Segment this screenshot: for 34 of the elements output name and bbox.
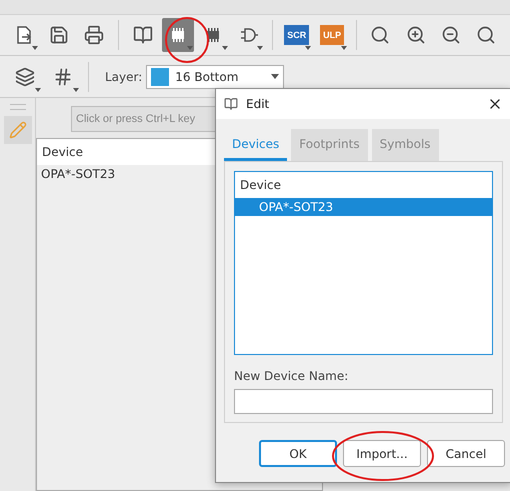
dialog-button[interactable]: Import... [343, 440, 421, 467]
layer-dropdown[interactable]: 16 Bottom [146, 64, 284, 88]
pencil-icon [8, 121, 26, 139]
print-icon [84, 25, 104, 45]
field-label: New Device Name: [234, 368, 350, 383]
dialog-button[interactable]: Cancel [427, 440, 505, 467]
grid-icon [53, 66, 73, 86]
zoom-icon [476, 25, 496, 45]
zoom-in-icon [406, 25, 426, 45]
dialog-button[interactable]: OK [259, 440, 337, 467]
book-icon [132, 25, 153, 45]
caret-icon [257, 46, 264, 50]
device-name-field[interactable] [234, 388, 493, 414]
layers-icon [15, 66, 35, 86]
caret-icon [73, 88, 79, 92]
caret-icon [186, 46, 193, 50]
annotation-circle [164, 16, 210, 64]
script-badge: ULP [320, 25, 344, 45]
script-badge: SCR [284, 25, 310, 45]
device-row[interactable]: OPA*-SOT23 [235, 198, 492, 216]
toolbar-button[interactable]: SCR [281, 18, 312, 52]
caret-icon [305, 46, 312, 50]
save-icon [48, 25, 69, 45]
dialog-title: Edit [246, 97, 270, 111]
caret-icon [32, 46, 38, 50]
caret-icon [222, 46, 228, 50]
zoom-fit-icon [370, 25, 390, 45]
book-icon [224, 97, 238, 111]
caret-icon [35, 88, 41, 92]
caret-icon [340, 46, 347, 50]
toolbar-button[interactable] [162, 18, 194, 52]
zoom-out-icon [441, 25, 462, 45]
layer-label: Layer: [105, 70, 142, 84]
caret-icon [271, 74, 280, 79]
